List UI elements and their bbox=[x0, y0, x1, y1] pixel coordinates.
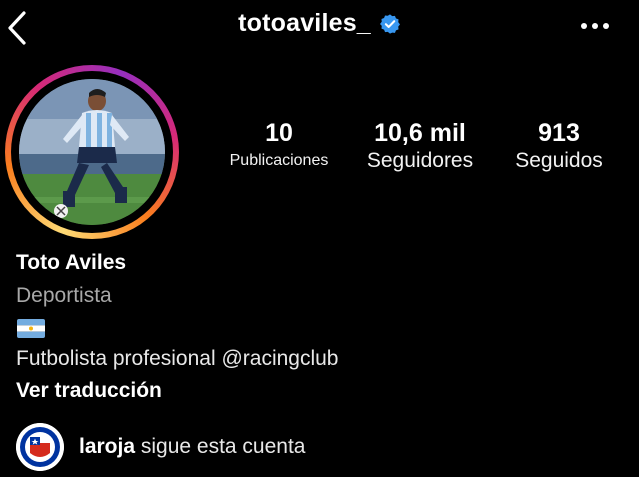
see-translation-link[interactable]: Ver traducción bbox=[16, 379, 162, 403]
followed-by-account[interactable]: laroja bbox=[79, 435, 135, 458]
profile-name: Toto Aviles bbox=[16, 251, 127, 274]
followed-by-suffix: sigue esta cuenta bbox=[135, 435, 306, 458]
stat-followers[interactable]: 10,6 mil Seguidores bbox=[352, 118, 488, 174]
following-count: 913 bbox=[538, 119, 580, 147]
header-title: totoaviles_ bbox=[0, 9, 639, 38]
player-image bbox=[19, 79, 165, 225]
more-options-button[interactable] bbox=[577, 14, 613, 38]
followers-label: Seguidores bbox=[366, 149, 474, 172]
followed-by-row[interactable]: laroja sigue esta cuenta bbox=[16, 422, 305, 472]
more-horizontal-icon bbox=[581, 23, 609, 29]
followed-by-text: laroja sigue esta cuenta bbox=[79, 435, 305, 459]
profile-header: totoaviles_ bbox=[0, 0, 639, 56]
profile-bio: Futbolista profesional @racingclub bbox=[16, 347, 339, 370]
stat-following[interactable]: 913 Seguidos bbox=[497, 118, 621, 174]
argentina-flag-icon bbox=[17, 319, 45, 338]
stat-posts[interactable]: 10 Publicaciones bbox=[214, 118, 344, 174]
profile-category: Deportista bbox=[16, 284, 112, 307]
followers-count: 10,6 mil bbox=[374, 119, 466, 147]
laroja-avatar bbox=[16, 423, 64, 471]
posts-label: Publicaciones bbox=[229, 152, 329, 169]
posts-count: 10 bbox=[265, 119, 293, 147]
verified-badge-icon bbox=[379, 13, 400, 34]
username: totoaviles_ bbox=[238, 9, 371, 37]
profile-avatar[interactable] bbox=[5, 65, 179, 239]
profile-photo bbox=[19, 79, 165, 225]
following-label: Seguidos bbox=[515, 149, 603, 172]
